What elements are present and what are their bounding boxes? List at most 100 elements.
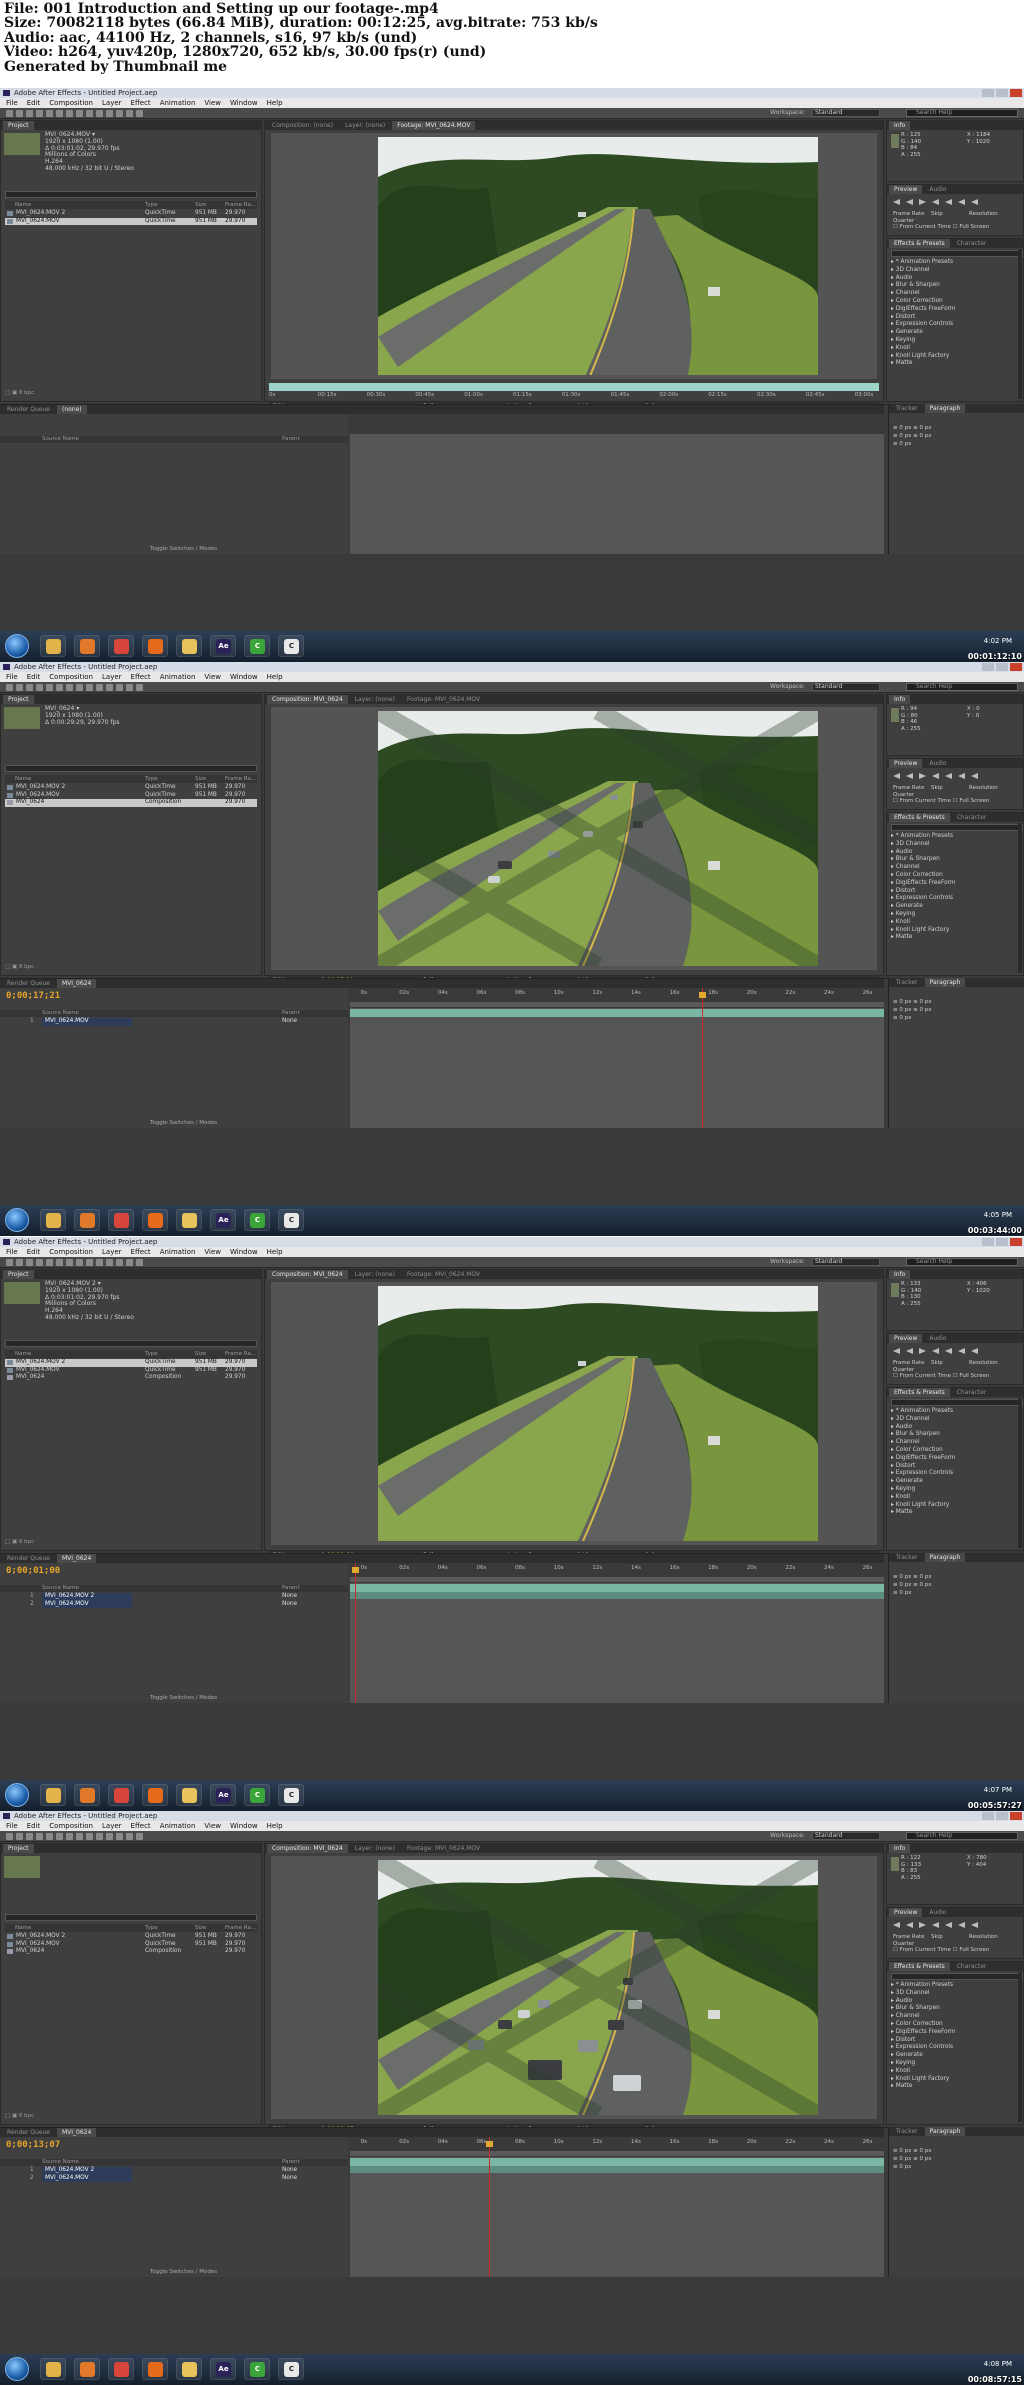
menu-edit[interactable]: Edit <box>27 672 41 682</box>
from-current-time-checkbox[interactable]: ☐ From Current Time <box>893 224 953 230</box>
effects-category[interactable]: ▸ Color Correction <box>891 298 956 306</box>
effects-category[interactable]: ▸ Generate <box>891 329 956 337</box>
loop-icon[interactable] <box>958 1922 965 1928</box>
start-button[interactable] <box>5 1208 29 1232</box>
layer-name[interactable]: MVI_0624.MOV <box>42 2174 132 2182</box>
rotate-tool-icon[interactable] <box>36 110 43 117</box>
camera-tool-icon[interactable] <box>46 1259 53 1266</box>
column-size[interactable]: Size <box>195 775 225 783</box>
column-frame-rate[interactable]: Frame Ra... <box>225 1350 257 1358</box>
rectangle-tool-icon[interactable] <box>66 1833 73 1840</box>
effects-scrollbar[interactable] <box>1018 1398 1022 1548</box>
work-area-bar[interactable] <box>350 1577 884 1582</box>
effects-category[interactable]: ▸ Channel <box>891 864 956 872</box>
timeline-tab[interactable]: Render Queue <box>2 1554 55 1563</box>
next-frame-icon[interactable] <box>932 199 939 205</box>
selection-tool-icon[interactable] <box>6 1833 13 1840</box>
rotate-tool-icon[interactable] <box>36 684 43 691</box>
column-size[interactable]: Size <box>195 1350 225 1358</box>
taskbar-app-button[interactable] <box>74 1784 100 1806</box>
playhead-handle-icon[interactable] <box>485 2141 493 2147</box>
pan-behind-tool-icon[interactable] <box>56 1259 63 1266</box>
project-item-row[interactable]: MVI_0624 Composition 29.970 <box>5 1948 257 1956</box>
effects-category[interactable]: ▸ Channel <box>891 2013 956 2021</box>
pan-behind-tool-icon[interactable] <box>56 684 63 691</box>
effects-category[interactable]: ▸ Keying <box>891 1486 956 1494</box>
column-name[interactable]: Name <box>5 201 145 209</box>
taskbar-app-button[interactable] <box>40 2358 66 2380</box>
rectangle-tool-icon[interactable] <box>66 684 73 691</box>
menu-help[interactable]: Help <box>267 672 283 682</box>
menu-help[interactable]: Help <box>267 1247 283 1257</box>
right-panel-tab[interactable]: Paragraph <box>924 2127 966 2136</box>
text-tool-icon[interactable] <box>86 1833 93 1840</box>
timeline-tab[interactable]: Render Queue <box>2 2128 55 2137</box>
effects-tab[interactable]: Character <box>952 813 992 822</box>
clone-tool-icon[interactable] <box>106 1259 113 1266</box>
brush-tool-icon[interactable] <box>96 1833 103 1840</box>
toggle-switches-label[interactable]: Toggle Switches / Modes <box>150 546 217 552</box>
preview-tab[interactable]: Audio <box>924 1908 951 1917</box>
taskbar-app-button[interactable] <box>142 635 168 657</box>
effects-scrollbar[interactable] <box>1018 823 1022 973</box>
menu-file[interactable]: File <box>6 1821 18 1831</box>
paragraph-indent-field[interactable]: ≡ 0 px ≡ 0 px <box>893 1006 931 1014</box>
taskbar-app-button[interactable] <box>40 1784 66 1806</box>
project-item-row[interactable]: MVI_0624.MOV QuickTime 951 MB 29.970 <box>5 217 257 225</box>
effects-category[interactable]: ▸ * Animation Presets <box>891 259 956 267</box>
parent-column[interactable]: Parent <box>282 436 300 443</box>
source-name-column[interactable]: Source Name <box>42 2159 79 2165</box>
camera-tool-icon[interactable] <box>46 684 53 691</box>
menu-composition[interactable]: Composition <box>49 672 93 682</box>
project-item-row[interactable]: MVI_0624.MOV QuickTime 951 MB 29.970 <box>5 1941 257 1949</box>
column-size[interactable]: Size <box>195 1924 225 1932</box>
next-frame-icon[interactable] <box>932 773 939 779</box>
column-name[interactable]: Name <box>5 1924 145 1932</box>
rectangle-tool-icon[interactable] <box>66 1259 73 1266</box>
effects-category[interactable]: ▸ Expression Controls <box>891 1470 956 1478</box>
pan-behind-tool-icon[interactable] <box>56 1833 63 1840</box>
viewer-tab[interactable]: Layer: (none) <box>350 695 400 704</box>
right-panel-tab[interactable]: Tracker <box>891 1553 923 1562</box>
effects-category[interactable]: ▸ Audio <box>891 1998 956 2006</box>
hand-tool-icon[interactable] <box>16 1833 23 1840</box>
effects-category[interactable]: ▸ Knoll Light Factory <box>891 2076 956 2084</box>
menu-animation[interactable]: Animation <box>160 1247 196 1257</box>
taskbar-app-button[interactable]: C <box>278 2358 304 2380</box>
menu-file[interactable]: File <box>6 1247 18 1257</box>
menu-effect[interactable]: Effect <box>131 672 151 682</box>
menu-composition[interactable]: Composition <box>49 1821 93 1831</box>
timeline-layer-row[interactable]: 1 MVI_0624.MOV 2 None <box>0 1593 348 1601</box>
playhead-handle-icon[interactable] <box>699 992 707 998</box>
menu-view[interactable]: View <box>204 98 221 108</box>
effects-category[interactable]: ▸ Knoll <box>891 2068 956 2076</box>
search-help-input[interactable]: Search Help <box>906 1258 1018 1266</box>
work-area-bar[interactable] <box>350 2151 884 2156</box>
tab-info[interactable]: Info <box>889 121 911 130</box>
loop-icon[interactable] <box>958 1348 965 1354</box>
taskbar-app-button[interactable]: Ae <box>210 1784 236 1806</box>
source-name-column[interactable]: Source Name <box>42 436 79 442</box>
camera-tool-icon[interactable] <box>46 110 53 117</box>
toggle-switches-label[interactable]: Toggle Switches / Modes <box>150 1120 217 1126</box>
effects-category[interactable]: ▸ Generate <box>891 1478 956 1486</box>
menu-layer[interactable]: Layer <box>102 1247 122 1257</box>
effects-tab[interactable]: Effects & Presets <box>889 1388 950 1397</box>
layer-parent[interactable]: None <box>282 1593 297 1601</box>
last-frame-icon[interactable] <box>945 1922 952 1928</box>
viewer-canvas[interactable] <box>271 1282 877 1545</box>
menu-window[interactable]: Window <box>230 672 258 682</box>
close-button[interactable] <box>1010 663 1022 671</box>
taskbar-app-button[interactable]: Ae <box>210 635 236 657</box>
layer-duration-bar[interactable] <box>350 1009 884 1017</box>
taskbar-app-button[interactable] <box>74 1209 100 1231</box>
viewer-tab[interactable]: Composition: MVI_0624 <box>267 1844 348 1853</box>
minimize-button[interactable] <box>982 663 994 671</box>
menu-window[interactable]: Window <box>230 98 258 108</box>
menu-animation[interactable]: Animation <box>160 1821 196 1831</box>
effects-category[interactable]: ▸ Color Correction <box>891 872 956 880</box>
menu-view[interactable]: View <box>204 1247 221 1257</box>
right-panel-tab[interactable]: Tracker <box>891 2127 923 2136</box>
tab-project[interactable]: Project <box>3 1270 34 1279</box>
prev-frame-icon[interactable] <box>906 773 913 779</box>
